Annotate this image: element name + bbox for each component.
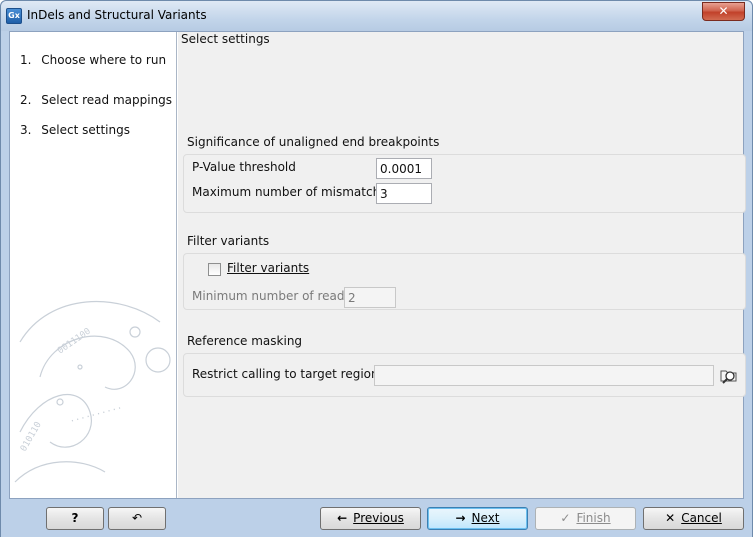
finish-label: Finish — [576, 511, 611, 525]
min-reads-input[interactable] — [344, 287, 396, 308]
finish-button[interactable]: ✓ Finish — [535, 507, 636, 530]
help-button[interactable]: ? — [46, 507, 104, 530]
step-number: 2. — [20, 93, 32, 107]
step-item-select-read-mappings: 2. Select read mappings — [20, 93, 172, 107]
filter-variants-checkbox-label[interactable]: Filter variants — [227, 261, 309, 275]
reset-icon: ↶ — [131, 511, 143, 525]
previous-label: Previous — [353, 511, 404, 525]
next-label: Next — [471, 511, 500, 525]
pvalue-threshold-input[interactable] — [376, 158, 432, 179]
arrow-right-icon: → — [455, 511, 466, 525]
arrow-left-icon: ← — [337, 511, 348, 525]
svg-text:010110: 010110 — [19, 420, 44, 453]
checkbox-label-text: Filter variants — [227, 261, 310, 275]
group-title: Filter variants — [187, 234, 270, 248]
dialog-body: 1. Choose where to run 2. Select read ma… — [9, 31, 746, 499]
page-title: Select settings — [181, 32, 270, 46]
svg-text:0011100: 0011100 — [56, 327, 93, 357]
close-icon: ✕ — [665, 511, 676, 525]
cancel-label: Cancel — [681, 511, 722, 525]
app-icon: Gx — [6, 8, 22, 24]
next-button[interactable]: → Next — [427, 507, 528, 530]
browse-folder-icon[interactable] — [719, 365, 739, 385]
pvalue-threshold-label: P-Value threshold — [192, 160, 296, 174]
step-item-choose-where-to-run: 1. Choose where to run — [20, 53, 166, 67]
step-label: Select read mappings — [41, 93, 173, 107]
dialog-window: Gx InDels and Structural Variants ✕ 1. C… — [0, 0, 753, 537]
step-item-select-settings: 3. Select settings — [20, 123, 130, 137]
reset-button[interactable]: ↶ — [108, 507, 166, 530]
target-regions-input[interactable] — [374, 365, 714, 386]
button-bar: ? ↶ ← Previous → Next ✓ Finish ✕ Cancel — [1, 500, 752, 537]
filter-variants-group: Filter variants Filter variants Minimum … — [183, 234, 746, 310]
group-title: Reference masking — [187, 334, 303, 348]
filter-variants-checkbox[interactable] — [208, 263, 221, 276]
window-title: InDels and Structural Variants — [27, 8, 207, 22]
settings-panel: Select settings Significance of unaligne… — [178, 32, 746, 498]
step-number: 1. — [20, 53, 32, 67]
unaligned-breakpoints-group: Significance of unaligned end breakpoint… — [183, 135, 746, 213]
svg-text:..........: .......... — [68, 401, 123, 425]
step-number: 3. — [20, 123, 32, 137]
title-bar: Gx InDels and Structural Variants ✕ — [1, 1, 752, 31]
restrict-target-regions-label: Restrict calling to target regions — [192, 367, 385, 381]
step-label: Select settings — [41, 123, 130, 137]
cancel-button[interactable]: ✕ Cancel — [643, 507, 744, 530]
checkmark-icon: ✓ — [560, 511, 571, 525]
step-label: Choose where to run — [41, 53, 167, 67]
group-title: Significance of unaligned end breakpoint… — [187, 135, 440, 149]
decorative-swirl-watermark: 0011100 010110 .......... — [14, 300, 171, 483]
steps-panel: 1. Choose where to run 2. Select read ma… — [10, 32, 177, 498]
close-button[interactable]: ✕ — [702, 2, 745, 21]
min-reads-label: Minimum number of reads — [192, 289, 351, 303]
max-mismatches-input[interactable] — [376, 183, 432, 204]
previous-button[interactable]: ← Previous — [320, 507, 421, 530]
reference-masking-group: Reference masking Restrict calling to ta… — [183, 334, 746, 397]
max-mismatches-label: Maximum number of mismatches — [192, 185, 394, 199]
